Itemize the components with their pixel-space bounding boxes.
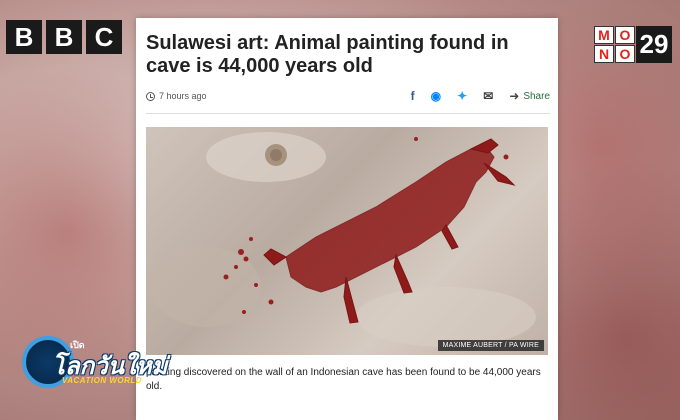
article-headline: Sulawesi art: Animal painting found in c… — [146, 32, 509, 77]
mono-number: 29 — [636, 26, 672, 63]
twitter-icon[interactable]: ✦ — [457, 89, 467, 103]
program-logo-subtitle: VACATION WORLD — [62, 376, 143, 385]
clock-icon — [146, 91, 155, 101]
photo-caption: painting discovered on the wall of an In… — [146, 367, 541, 392]
program-logo: เปิด โลกวันใหม่ VACATION WORLD — [22, 336, 172, 394]
share-button[interactable]: ➜ Share — [509, 89, 550, 103]
share-toolbar: f ◉ ✦ ✉ ➜ Share — [411, 89, 550, 103]
divider — [146, 113, 550, 114]
share-label: Share — [523, 90, 550, 102]
bbc-letter: B — [6, 20, 42, 54]
bbc-logo: B B C — [6, 20, 122, 54]
share-icon: ➜ — [509, 89, 520, 103]
bbc-letter: C — [86, 20, 122, 54]
mono-letter: M — [594, 26, 614, 44]
mono29-logo: M O N O 29 — [594, 26, 672, 63]
mono-letter: N — [594, 45, 614, 63]
article-card: Sulawesi art: Animal painting found in c… — [136, 18, 558, 420]
mono-letter: O — [615, 26, 635, 44]
article-timestamp: 7 hours ago — [146, 91, 207, 101]
photo-credit: MAXIME AUBERT / PA WIRE — [437, 340, 544, 351]
messenger-icon[interactable]: ◉ — [431, 89, 441, 103]
mono-letter: O — [615, 45, 635, 63]
facebook-icon[interactable]: f — [411, 89, 415, 103]
email-icon[interactable]: ✉ — [483, 89, 493, 103]
article-meta-row: 7 hours ago f ◉ ✦ ✉ ➜ Share — [146, 86, 550, 106]
timestamp-text: 7 hours ago — [159, 91, 207, 101]
bbc-letter: B — [46, 20, 82, 54]
cave-painting-photo: MAXIME AUBERT / PA WIRE — [146, 127, 548, 355]
